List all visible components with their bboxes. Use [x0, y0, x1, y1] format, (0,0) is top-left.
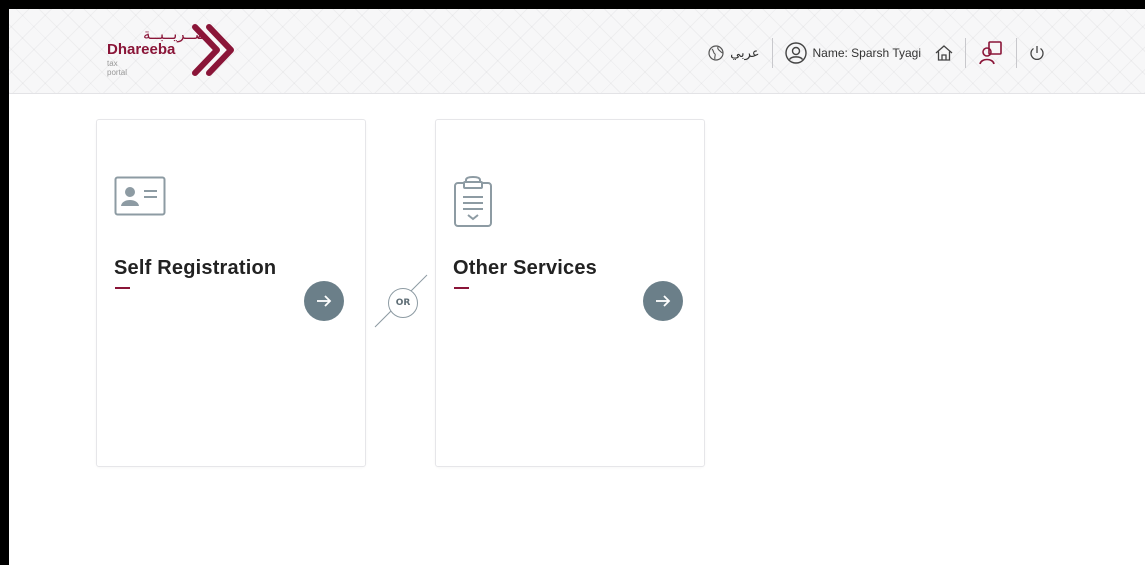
card-title: Self Registration — [114, 257, 277, 279]
top-header: ضــريــبــة Dhareeba tax portal عربي Nam… — [9, 9, 1145, 94]
app-frame: ضــريــبــة Dhareeba tax portal عربي Nam… — [9, 9, 1145, 565]
home-button[interactable] — [935, 45, 953, 61]
switch-profile-button[interactable] — [978, 40, 1004, 66]
globe-icon — [708, 45, 724, 61]
logo-mark-icon — [192, 24, 234, 76]
home-icon — [935, 45, 953, 61]
logo-english-text: Dhareeba — [107, 41, 176, 58]
self-registration-arrow-button[interactable] — [304, 281, 344, 321]
user-circle-icon — [784, 42, 807, 64]
title-underline — [115, 287, 130, 289]
header-actions: عربي Name: Sparsh Tyagi — [708, 38, 1045, 68]
language-switch[interactable]: عربي — [708, 45, 760, 61]
user-profile[interactable]: Name: Sparsh Tyagi — [784, 42, 922, 64]
or-divider: OR — [371, 271, 433, 333]
id-card-icon — [114, 176, 166, 216]
header-divider — [965, 38, 966, 68]
logo-subtitle: tax portal — [107, 59, 128, 77]
language-label: عربي — [730, 45, 760, 61]
other-services-card[interactable]: Other Services — [435, 119, 705, 467]
header-divider — [1016, 38, 1017, 68]
title-underline — [454, 287, 469, 289]
or-label: OR — [388, 288, 418, 318]
clipboard-icon — [454, 176, 492, 227]
user-name: Name: Sparsh Tyagi — [812, 46, 922, 60]
card-title: Other Services — [453, 257, 597, 279]
logout-button[interactable] — [1029, 45, 1045, 61]
self-registration-card[interactable]: Self Registration — [96, 119, 366, 467]
power-icon — [1030, 46, 1044, 60]
arrow-right-icon — [656, 295, 671, 307]
arrow-right-icon — [317, 295, 332, 307]
other-services-arrow-button[interactable] — [643, 281, 683, 321]
profile-switch-icon — [979, 41, 1002, 65]
header-divider — [771, 38, 773, 68]
